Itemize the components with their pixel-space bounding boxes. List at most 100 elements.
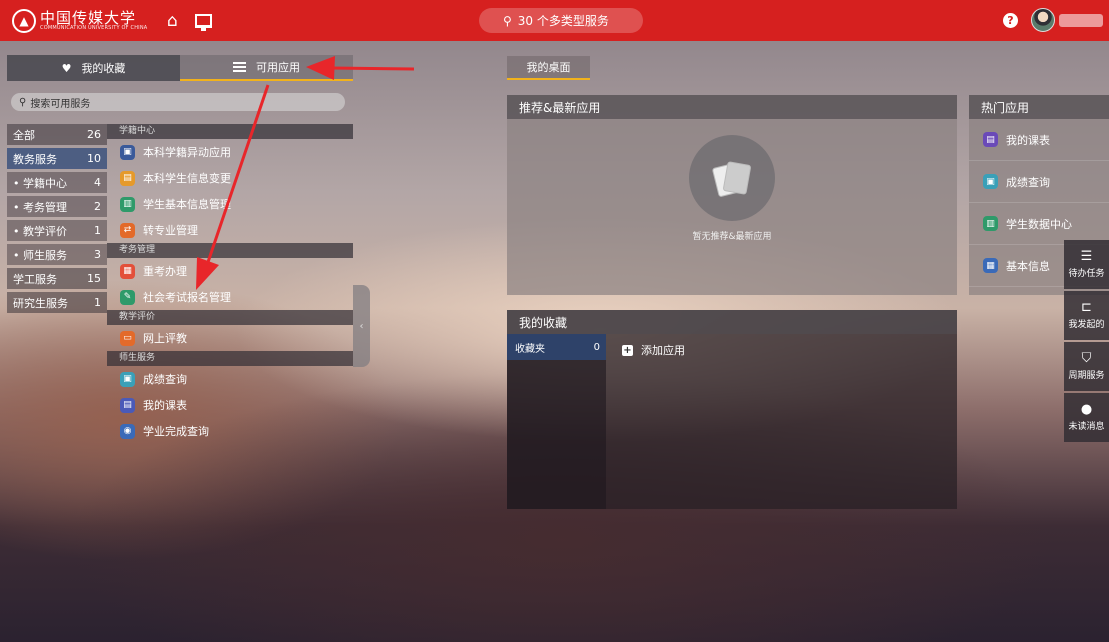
student-info-icon: ▥ (120, 196, 135, 212)
tab-my-favorites-label: 我的收藏 (81, 62, 126, 75)
chat-bubble-icon: ● (1080, 402, 1093, 417)
favorite-folder[interactable]: 收藏夹 0 (507, 334, 606, 360)
app-item-label: 网上评教 (143, 332, 187, 345)
logo-chinese-name: 中国传媒大学 (40, 8, 137, 27)
app-item[interactable]: ▤ 我的课表 (107, 392, 353, 418)
group-header: 学籍中心 (107, 124, 353, 139)
timetable-icon: ▤ (120, 397, 135, 413)
logo-english-name: COMMUNICATION UNIVERSITY OF CHINA (40, 25, 148, 31)
category-all[interactable]: 全部 26 (7, 124, 107, 145)
service-panel: ♥ 我的收藏 可用应用 ⚲ 搜索可用服务 全部 26 教务服务 10 • 学籍中心 4… (7, 55, 353, 642)
user-avatar[interactable] (1031, 8, 1055, 32)
quick-action-bar: ☰ 待办任务 ⊏ 我发起的 ⛉ 周期服务 ● 未读消息 (1064, 240, 1109, 444)
university-logo[interactable]: ▲ 中国传媒大学 COMMUNICATION UNIVERSITY OF CHI… (12, 8, 148, 33)
folder-count: 0 (593, 341, 600, 353)
category-graduate-services[interactable]: 研究生服务 1 (7, 292, 107, 313)
app-item[interactable]: ⇄ 转专业管理 (107, 217, 353, 243)
category-count: 10 (87, 152, 101, 165)
category-label: 研究生服务 (13, 296, 68, 310)
major-transfer-icon: ⇄ (120, 222, 135, 238)
hot-app-item[interactable]: ▤ 我的课表 (969, 119, 1109, 161)
quick-unread-messages[interactable]: ● 未读消息 (1064, 393, 1109, 442)
group-header: 教学评价 (107, 310, 353, 325)
grade-query-icon: ▣ (120, 371, 135, 387)
task-list-icon: ☰ (1080, 249, 1093, 264)
app-item-label: 本科学籍异动应用 (143, 146, 231, 159)
global-search-button[interactable]: ⚲ 30 个多类型服务 (479, 8, 643, 33)
help-icon[interactable]: ? (1003, 13, 1018, 28)
retake-exam-icon: ▦ (120, 263, 135, 279)
empty-state-text: 暂无推荐&最新应用 (692, 232, 772, 242)
tab-available-apps[interactable]: 可用应用 (180, 55, 353, 81)
group-header: 考务管理 (107, 243, 353, 258)
hot-app-label: 成绩查询 (1006, 175, 1050, 189)
recommended-apps-panel: 推荐&最新应用 暂无推荐&最新应用 (507, 95, 957, 295)
category-exam-affairs[interactable]: • 考务管理 2 (7, 196, 107, 217)
tab-my-desktop[interactable]: 我的桌面 (507, 56, 590, 80)
app-item[interactable]: ▤ 本科学生信息变更 (107, 165, 353, 191)
home-icon[interactable]: ⌂ (161, 11, 183, 31)
folder-label: 收藏夹 (515, 343, 545, 355)
service-panel-tabs: ♥ 我的收藏 可用应用 (7, 55, 353, 81)
search-icon: ⚲ (503, 13, 512, 28)
category-student-records[interactable]: • 学籍中心 4 (7, 172, 107, 193)
category-label: • 学籍中心 (13, 176, 67, 190)
favorite-folders: 收藏夹 0 (507, 334, 606, 509)
category-teacher-student-services[interactable]: • 师生服务 3 (7, 244, 107, 265)
hot-app-label: 基本信息 (1006, 259, 1050, 273)
data-center-icon: ▥ (983, 216, 998, 231)
service-search-placeholder: 搜索可用服务 (30, 98, 91, 110)
category-count: 26 (87, 128, 101, 141)
hot-app-item[interactable]: ▣ 成绩查询 (969, 161, 1109, 203)
category-student-affairs[interactable]: 学工服务 15 (7, 268, 107, 289)
tab-my-favorites[interactable]: ♥ 我的收藏 (7, 55, 180, 81)
collapse-panel-button[interactable]: ‹ (353, 285, 370, 367)
category-teaching-evaluation[interactable]: • 教学评价 1 (7, 220, 107, 241)
app-item-label: 学生基本信息管理 (143, 198, 231, 211)
quick-label: 周期服务 (1068, 371, 1105, 381)
app-item[interactable]: ✎ 社会考试报名管理 (107, 284, 353, 310)
desktop-monitor-icon[interactable] (195, 13, 213, 31)
app-item[interactable]: ▣ 本科学籍异动应用 (107, 139, 353, 165)
panel-title: 推荐&最新应用 (507, 95, 957, 119)
hot-app-label: 我的课表 (1006, 133, 1050, 147)
app-item-label: 转专业管理 (143, 224, 198, 237)
add-app-button[interactable]: + 添加应用 (622, 342, 685, 358)
panel-title: 热门应用 (969, 95, 1109, 119)
degree-progress-icon: ◉ (120, 423, 135, 439)
quick-label: 待办任务 (1068, 269, 1105, 279)
tab-available-apps-label: 可用应用 (256, 61, 300, 74)
online-evaluation-icon: ▭ (120, 330, 135, 346)
app-item[interactable]: ▥ 学生基本信息管理 (107, 191, 353, 217)
quick-todo-tasks[interactable]: ☰ 待办任务 (1064, 240, 1109, 289)
app-item[interactable]: ▣ 成绩查询 (107, 366, 353, 392)
category-label: • 师生服务 (13, 248, 67, 262)
app-item[interactable]: ◉ 学业完成查询 (107, 418, 353, 444)
category-academic-services[interactable]: 教务服务 10 (7, 148, 107, 169)
app-item[interactable]: ▭ 网上评教 (107, 325, 353, 351)
quick-initiated-by-me[interactable]: ⊏ 我发起的 (1064, 291, 1109, 340)
search-icon: ⚲ (19, 96, 27, 108)
hot-app-item[interactable]: ▥ 学生数据中心 (969, 203, 1109, 245)
chevron-left-icon: ‹ (359, 320, 364, 332)
hot-app-label: 学生数据中心 (1006, 217, 1072, 231)
category-count: 1 (94, 296, 101, 309)
timetable-icon: ▤ (983, 132, 998, 147)
app-item-label: 本科学生信息变更 (143, 172, 231, 185)
quick-label: 未读消息 (1068, 422, 1105, 432)
category-count: 4 (94, 176, 101, 189)
basic-info-icon: ▦ (983, 258, 998, 273)
service-search-input[interactable]: ⚲ 搜索可用服务 (11, 93, 345, 111)
app-item[interactable]: ▦ 重考办理 (107, 258, 353, 284)
empty-cards-icon (689, 135, 775, 221)
app-item-label: 成绩查询 (143, 373, 187, 386)
category-list: 全部 26 教务服务 10 • 学籍中心 4 • 考务管理 2 • 教学评价 1 • 师生… (7, 124, 107, 316)
global-search-label: 30 个多类型服务 (517, 14, 609, 28)
category-label: • 考务管理 (13, 200, 67, 214)
add-app-label: 添加应用 (641, 344, 685, 357)
category-label: 全部 (13, 128, 35, 142)
plus-icon: + (622, 344, 633, 356)
category-label: 教务服务 (13, 152, 57, 166)
quick-periodic-services[interactable]: ⛉ 周期服务 (1064, 342, 1109, 391)
category-count: 1 (94, 224, 101, 237)
